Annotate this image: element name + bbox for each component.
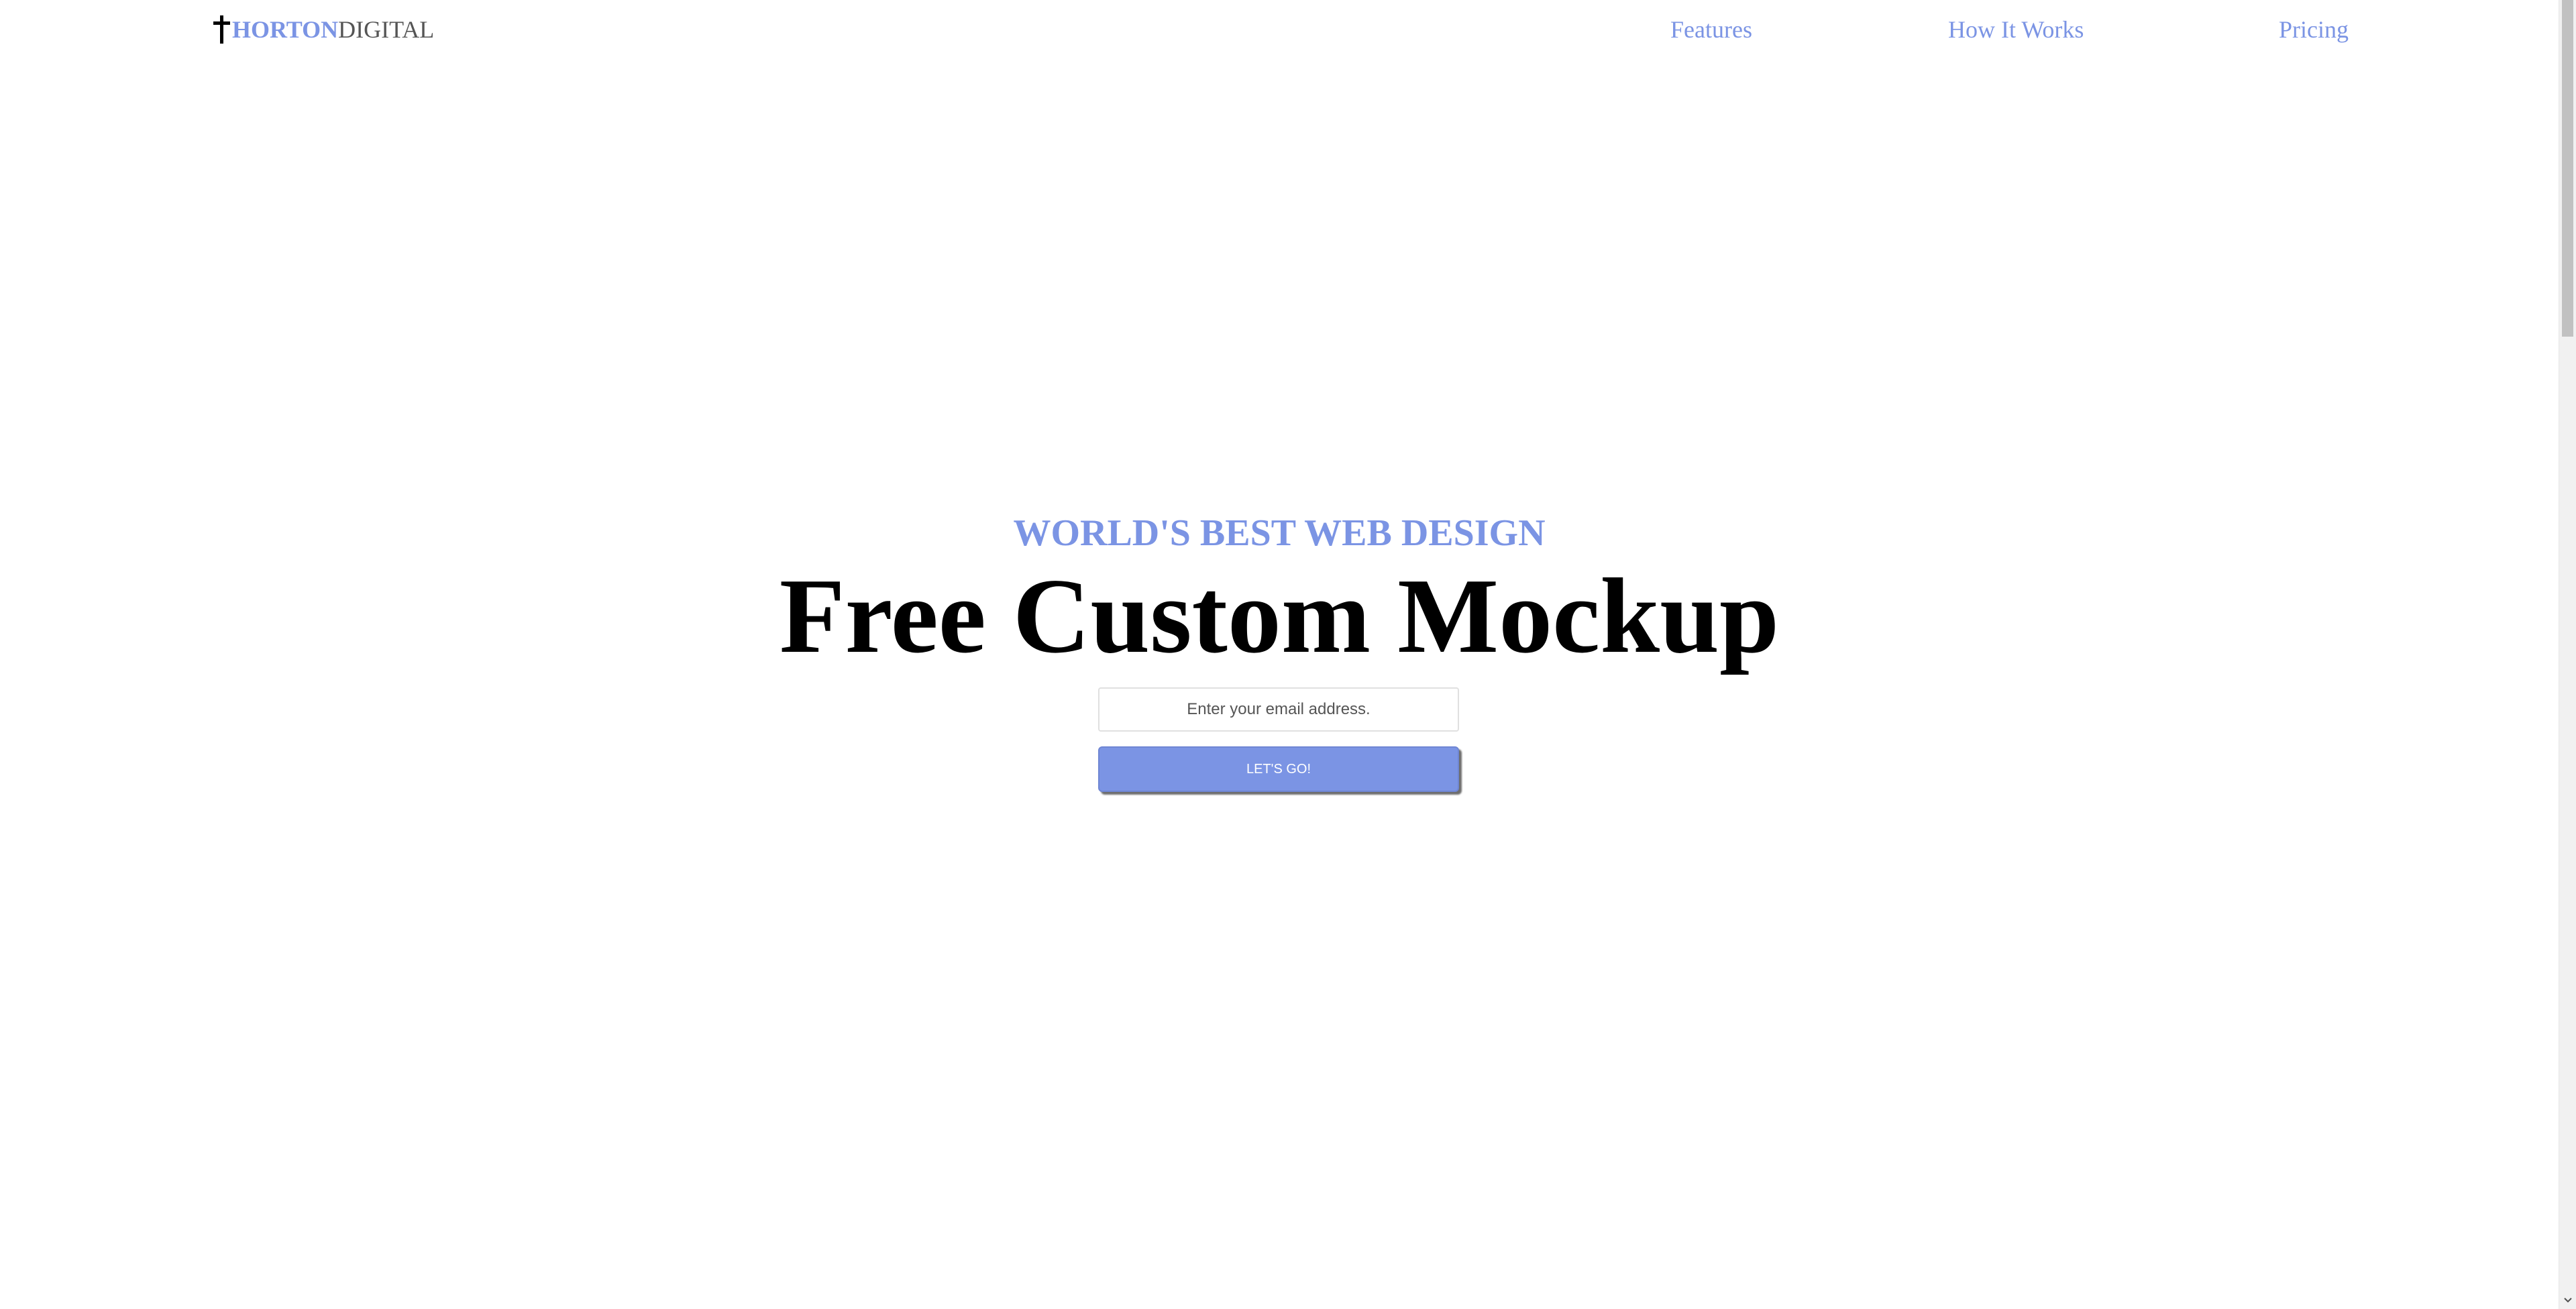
hero-eyebrow: WORLD'S BEST WEB DESIGN: [1013, 512, 1546, 554]
page: HORTON DIGITAL Features How It Works Pri…: [0, 0, 2559, 1309]
logo-light-text: DIGITAL: [338, 16, 435, 43]
cross-icon: [212, 14, 232, 45]
lets-go-button[interactable]: LET'S GO!: [1098, 746, 1459, 792]
logo-bold-text: HORTON: [232, 16, 339, 43]
scroll-down-arrow-icon[interactable]: [2559, 1292, 2576, 1309]
vertical-scrollbar[interactable]: [2559, 0, 2576, 1309]
hero-headline: Free Custom Mockup: [779, 556, 1780, 675]
scrollbar-thumb[interactable]: [2562, 0, 2573, 337]
nav-link-pricing[interactable]: Pricing: [2279, 12, 2349, 47]
logo-link[interactable]: HORTON DIGITAL: [212, 12, 434, 47]
nav-link-how-it-works[interactable]: How It Works: [1948, 12, 2084, 47]
email-input[interactable]: [1098, 687, 1459, 732]
nav-link-features[interactable]: Features: [1670, 12, 1752, 47]
